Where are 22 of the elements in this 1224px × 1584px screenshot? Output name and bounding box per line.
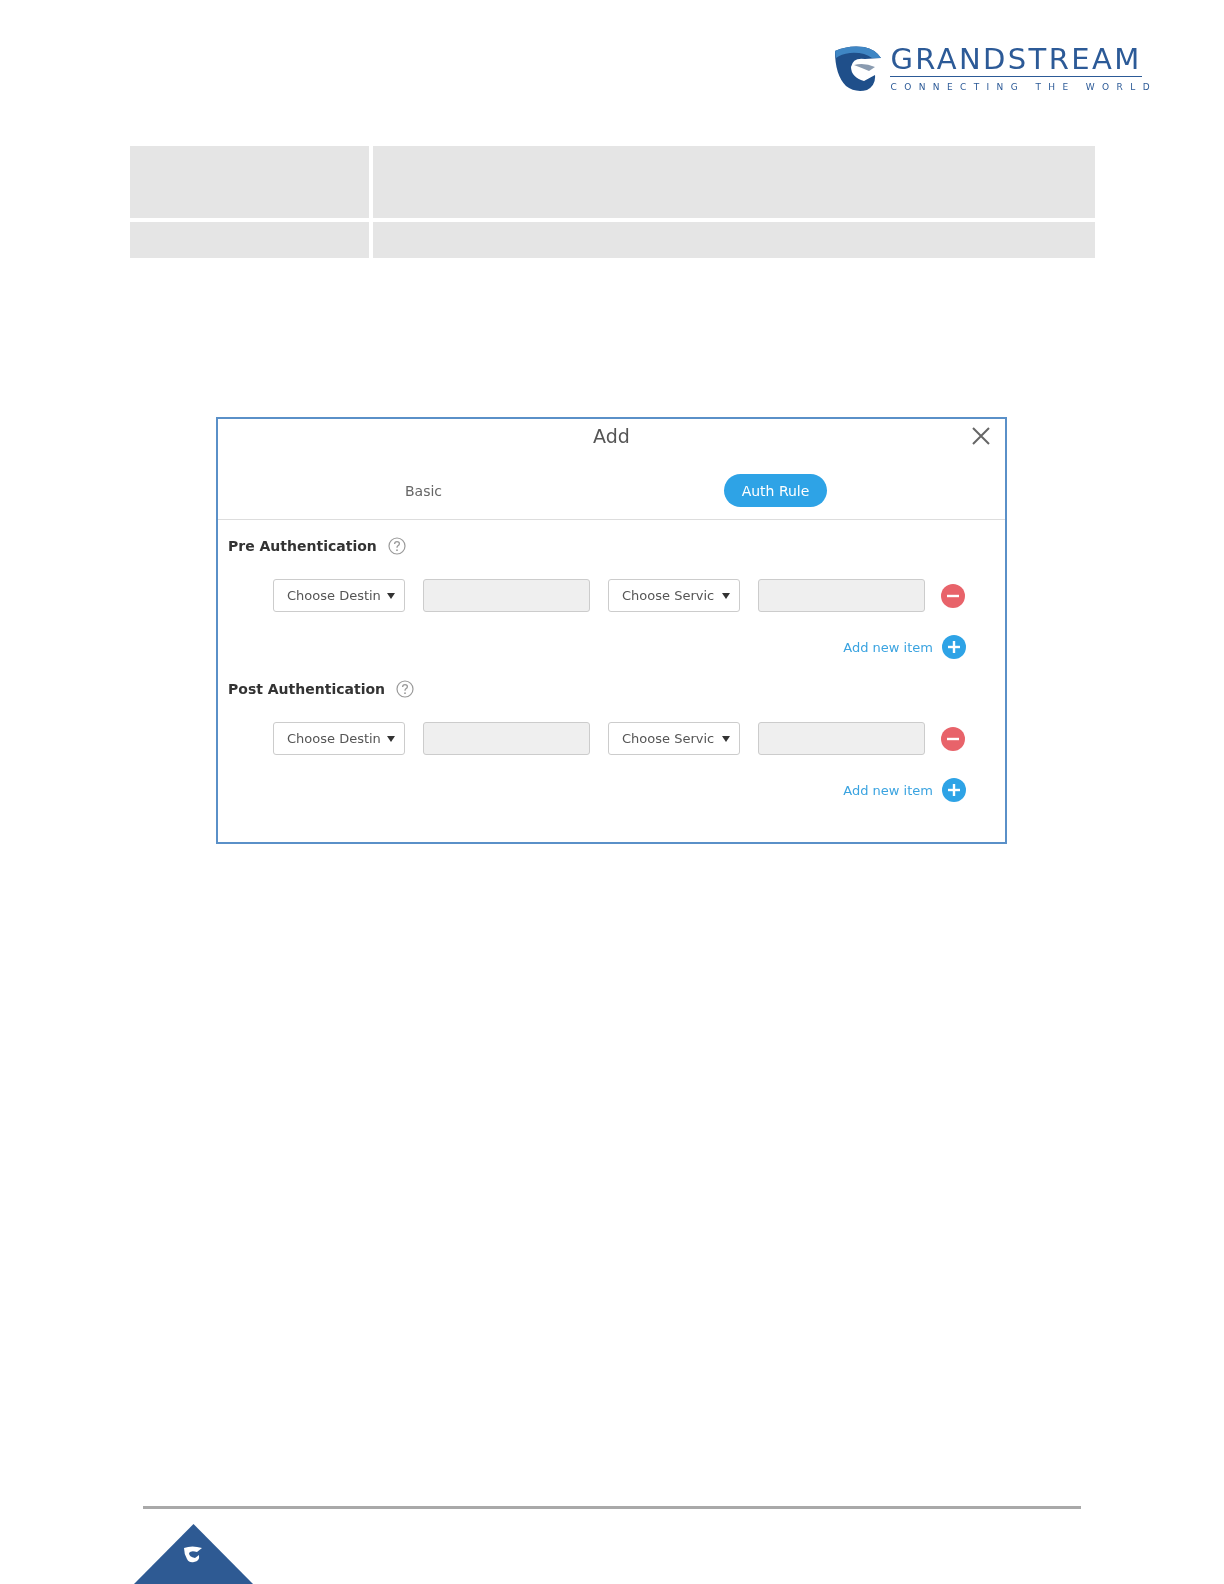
- section-title: Post Authentication: [228, 681, 385, 697]
- brand-name: GRANDSTREAM: [890, 44, 1142, 77]
- caret-icon: [387, 592, 395, 599]
- add-icon[interactable]: [942, 778, 966, 802]
- caret-icon: [722, 592, 730, 599]
- select-dropdown[interactable]: Choose Servic: [608, 722, 740, 755]
- select-dropdown[interactable]: Choose Destin: [273, 722, 405, 755]
- select-dropdown[interactable]: Choose Destin: [273, 579, 405, 612]
- logo-mark-icon: [834, 44, 882, 92]
- caret-icon: [387, 735, 395, 742]
- section-title: Pre Authentication: [228, 538, 377, 554]
- tab[interactable]: Basic: [386, 474, 461, 507]
- select-dropdown[interactable]: Choose Servic: [608, 579, 740, 612]
- remove-icon[interactable]: [941, 583, 965, 608]
- help-icon[interactable]: [396, 680, 414, 698]
- help-icon[interactable]: [387, 537, 406, 555]
- remove-icon[interactable]: [941, 726, 965, 751]
- add-icon[interactable]: [942, 635, 966, 659]
- close-icon[interactable]: [971, 426, 991, 446]
- caret-icon: [722, 735, 730, 742]
- brand-tagline: CONNECTING THE WORLD: [890, 82, 1157, 92]
- dialog-title: Add: [593, 425, 630, 447]
